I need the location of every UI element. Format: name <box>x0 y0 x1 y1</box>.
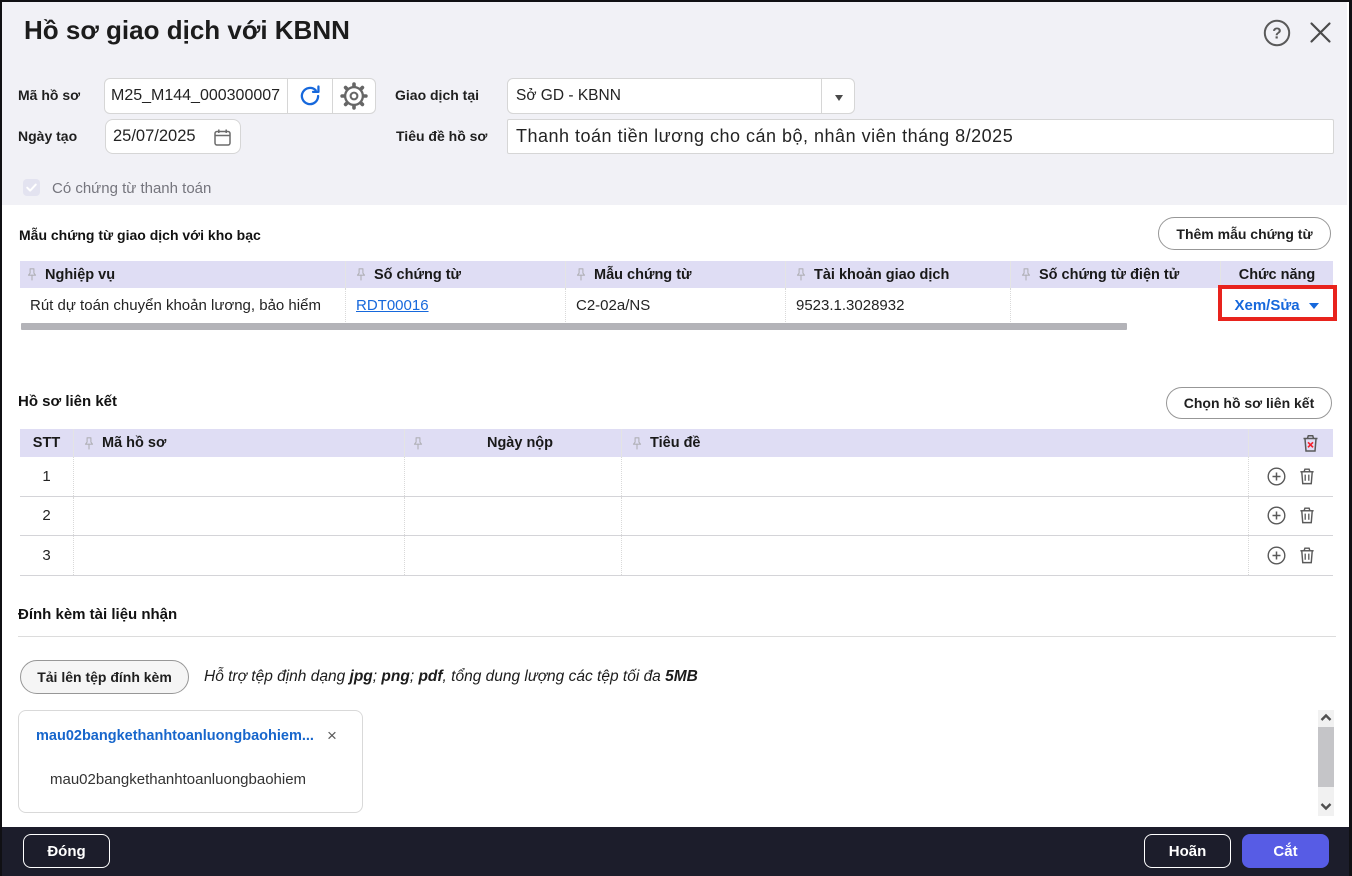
svg-text:?: ? <box>1272 26 1281 43</box>
